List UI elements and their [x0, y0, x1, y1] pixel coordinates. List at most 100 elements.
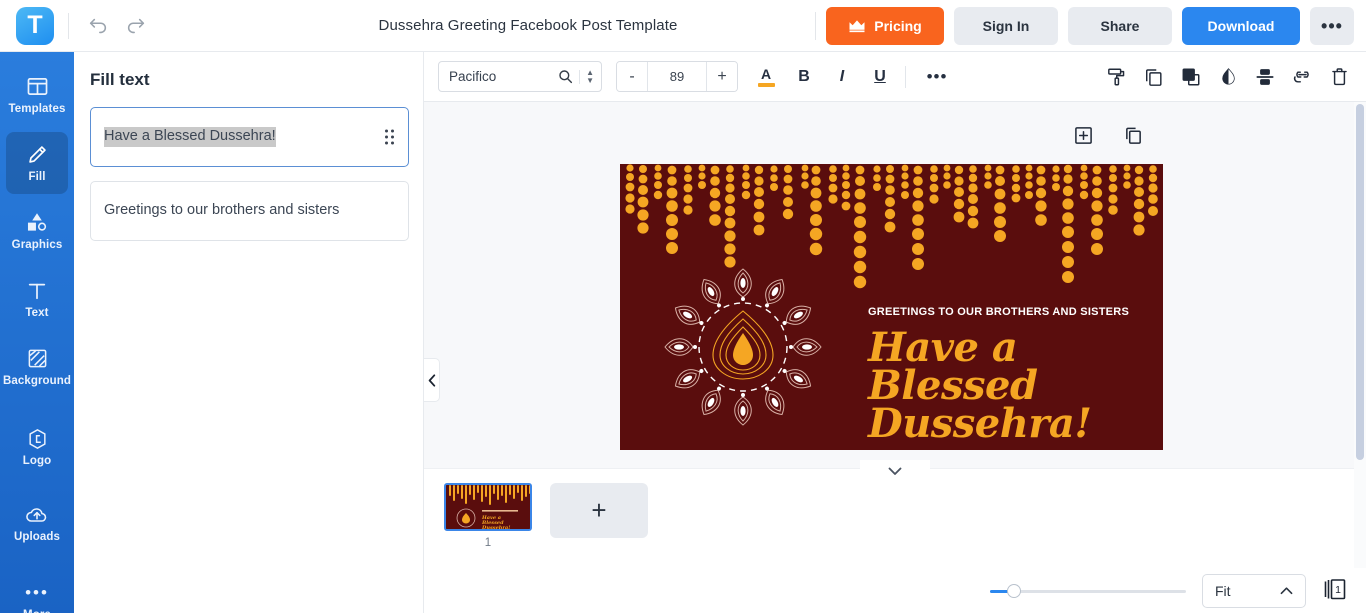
redo-icon[interactable] [121, 11, 151, 41]
bold-label: B [798, 67, 810, 85]
sidebar-item-label: Templates [8, 102, 66, 115]
svg-text:Dussehra!: Dussehra! [481, 525, 511, 531]
logo-icon [27, 428, 48, 450]
page-count-value: 1 [1335, 584, 1341, 596]
opacity-droplet-icon[interactable] [1215, 64, 1241, 90]
sidebar-item-label: Graphics [11, 238, 63, 251]
paint-roller-icon[interactable] [1104, 64, 1130, 90]
fill-text-field-2[interactable]: Greetings to our brothers and sisters [90, 181, 409, 241]
more-label: ••• [926, 66, 948, 86]
top-bar: T Dussehra Greeting Facebook Post Templa… [0, 0, 1366, 52]
zoom-slider-knob[interactable] [1007, 583, 1021, 598]
fill-text-panel: Fill text Have a Blessed Dussehra! Greet… [74, 52, 424, 613]
arrange-layers-icon[interactable] [1178, 64, 1204, 90]
pricing-label: Pricing [874, 18, 922, 34]
font-name-label: Pacifico [449, 69, 497, 84]
duplicate-icon[interactable] [1141, 64, 1167, 90]
add-page-icon[interactable] [1072, 124, 1094, 146]
collapse-panel-chevron-left-icon[interactable] [424, 358, 440, 402]
page-number-label: 1 [484, 537, 492, 549]
sidebar-item-text[interactable]: Text [6, 268, 68, 330]
left-sidebar: Templates Fill Graphics Text Background … [0, 52, 74, 613]
page-thumbnail-1[interactable]: Have a Blessed Dussehra! [444, 483, 532, 531]
page-thumbnail-wrapper: Have a Blessed Dussehra! 1 [444, 483, 532, 549]
divider [905, 65, 906, 88]
artboard-script-text[interactable]: Have a Blessed Dussehra! [868, 328, 1138, 444]
divider [68, 12, 69, 39]
drag-handle-icon[interactable] [385, 129, 394, 145]
download-button[interactable]: Download [1182, 7, 1300, 45]
more-options-button[interactable]: ••• [1310, 7, 1354, 45]
zoom-slider[interactable] [990, 583, 1186, 598]
bold-button[interactable]: B [788, 61, 820, 93]
decrease-font-size-button[interactable]: - [617, 62, 647, 91]
canvas-vertical-scrollbar[interactable] [1356, 104, 1364, 460]
graphics-icon [26, 212, 48, 234]
text-color-swatch [757, 83, 775, 87]
spinner-updown-icon[interactable]: ▲ ▼ [579, 68, 594, 84]
zoom-level-select[interactable]: Fit [1202, 573, 1306, 608]
font-family-select[interactable]: Pacifico ▲ ▼ [438, 61, 602, 92]
sidebar-item-uploads[interactable]: Uploads [6, 492, 68, 554]
fill-text-field-1[interactable]: Have a Blessed Dussehra! [90, 107, 409, 167]
search-icon[interactable] [558, 69, 573, 84]
sidebar-item-label: Logo [22, 454, 52, 467]
sidebar-item-logo[interactable]: Logo [6, 416, 68, 478]
sign-in-button[interactable]: Sign In [954, 7, 1058, 45]
font-size-input[interactable]: 89 [647, 62, 707, 91]
thumbnail-preview: Have aBlessedDussehra! [446, 485, 530, 531]
pages-icon[interactable]: 1 [1322, 577, 1350, 605]
duplicate-page-icon[interactable] [1122, 124, 1144, 146]
pages-strip: Have a Blessed Dussehra! 1 + [424, 468, 1366, 578]
add-page-button[interactable]: + [550, 483, 648, 538]
delete-trash-icon[interactable] [1326, 64, 1352, 90]
status-bar: Fit 1 [424, 568, 1366, 613]
sidebar-item-label: Uploads [13, 530, 61, 543]
pencil-icon [27, 144, 48, 166]
underline-label: U [874, 67, 886, 85]
italic-button[interactable]: I [826, 61, 858, 93]
pricing-button[interactable]: Pricing [826, 7, 944, 45]
uploads-icon [25, 504, 49, 526]
font-size-stepper: - 89 + [616, 61, 738, 92]
sidebar-item-templates[interactable]: Templates [6, 64, 68, 126]
fill-text-value: Have a Blessed Dussehra! [104, 127, 276, 147]
fill-text-value: Greetings to our brothers and sisters [104, 202, 340, 219]
sidebar-item-graphics[interactable]: Graphics [6, 200, 68, 262]
align-icon[interactable] [1252, 64, 1278, 90]
design-artboard[interactable]: GREETINGS TO OUR BROTHERS AND SISTERS Ha… [620, 164, 1163, 450]
panel-title: Fill text [90, 70, 150, 89]
sidebar-item-more[interactable]: ••• More [6, 570, 68, 613]
italic-label: I [839, 67, 845, 85]
templates-icon [27, 76, 48, 98]
increase-font-size-button[interactable]: + [707, 62, 737, 91]
toolbar-more-button[interactable]: ••• [921, 61, 953, 93]
expand-canvas-chevron-down-icon[interactable] [860, 460, 930, 482]
sidebar-item-label: Text [25, 306, 49, 319]
text-icon [27, 280, 47, 302]
more-dots-icon: ••• [25, 582, 49, 602]
app-logo[interactable]: T [16, 6, 54, 45]
divider [815, 12, 816, 40]
text-color-letter: A [760, 66, 772, 83]
text-color-button[interactable]: A [750, 61, 782, 93]
artboard-headline[interactable]: GREETINGS TO OUR BROTHERS AND SISTERS [868, 306, 1158, 318]
background-icon [27, 348, 48, 370]
underline-button[interactable]: U [864, 61, 896, 93]
link-icon[interactable] [1289, 64, 1315, 90]
top-bar-actions: Pricing Sign In Share Download ••• [815, 0, 1354, 52]
editor-app: T Dussehra Greeting Facebook Post Templa… [0, 0, 1366, 613]
crown-icon [848, 19, 866, 33]
undo-icon[interactable] [83, 11, 113, 41]
share-button[interactable]: Share [1068, 7, 1172, 45]
editor-toolbar: Pacifico ▲ ▼ - 89 + A B I U ••• [424, 52, 1366, 102]
page-title: Dussehra Greeting Facebook Post Template [378, 16, 678, 34]
sidebar-item-label: Fill [28, 170, 46, 183]
chevron-up-icon [1280, 586, 1293, 595]
sidebar-item-background[interactable]: Background [3, 336, 71, 398]
sidebar-item-label: More [23, 609, 51, 613]
canvas-page-tools [1072, 124, 1144, 146]
object-tools [1104, 64, 1352, 90]
zoom-level-label: Fit [1215, 582, 1231, 599]
sidebar-item-fill[interactable]: Fill [6, 132, 68, 194]
